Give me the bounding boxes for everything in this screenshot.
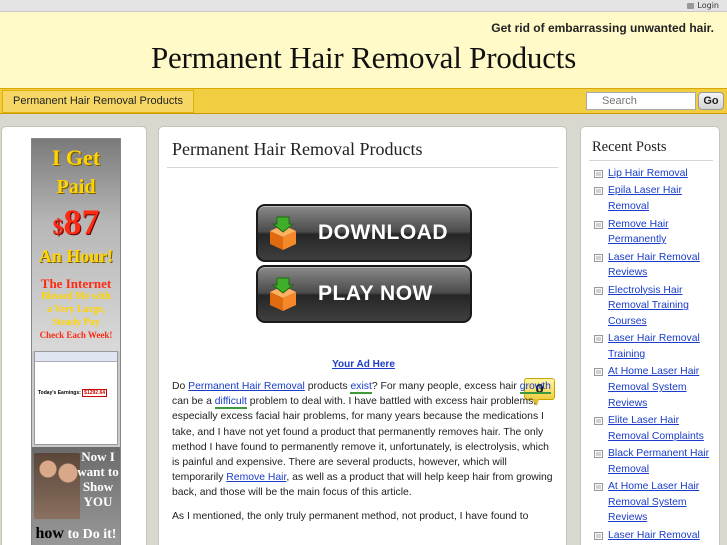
sidebar-divider — [589, 160, 713, 161]
text-span: ? For many people, excess hair — [371, 381, 520, 392]
bullet-icon — [594, 286, 603, 295]
banner-ad[interactable]: I Get Paid $87 An Hour! The Internet Ble… — [31, 138, 121, 545]
right-sidebar: Recent Posts Lip Hair Removal Epila Lase… — [580, 126, 720, 545]
ad-cta-rest: to Do it! — [67, 527, 117, 542]
ad-shot-tabs — [35, 352, 117, 362]
ad-earnings: Today's Earnings: $1292.64 — [38, 389, 108, 397]
article-paragraph: Do Permanent Hair Removal products exist… — [172, 379, 558, 501]
recent-post-item[interactable]: Electrolysis Hair Removal Training Cours… — [594, 283, 718, 330]
ad-amount-symbol: $ — [52, 214, 64, 239]
site-header: Get rid of embarrassing unwanted hair. P… — [0, 12, 727, 88]
lock-icon — [687, 3, 695, 9]
ad-headline-4: An Hour! — [38, 246, 114, 266]
main-nav: Permanent Hair Removal Products Go — [0, 88, 727, 114]
main-content: Permanent Hair Removal Products DOWNLOAD… — [158, 126, 567, 545]
recent-post-item[interactable]: Laser Hair Removal Training — [594, 331, 718, 362]
bullet-icon — [594, 368, 603, 377]
ad-subtext-line: Blessed Me with — [41, 291, 111, 302]
keyword-link-difficult[interactable]: difficult — [214, 396, 247, 410]
ad-subtext-line: a Very Large, — [46, 304, 106, 315]
recent-post-item[interactable]: Black Permanent Hair Removal — [594, 446, 718, 477]
play-now-label: PLAY NOW — [318, 282, 433, 305]
recent-post-link[interactable]: Lip Hair Removal — [608, 168, 688, 179]
login-link[interactable]: Login — [687, 0, 719, 11]
link-permanent-hair-removal[interactable]: Permanent Hair Removal — [188, 381, 305, 392]
ad-bottom-panel: Now I want to Show YOU how to Do it! — [32, 447, 120, 545]
bullet-icon — [594, 450, 603, 459]
ad-subtext-line: Check Each Week! — [39, 330, 113, 340]
site-title[interactable]: Permanent Hair Removal Products — [0, 40, 727, 76]
play-now-button[interactable]: PLAY NOW — [256, 265, 472, 323]
bullet-icon — [594, 220, 603, 229]
bullet-icon — [594, 483, 603, 492]
text-span: can be a — [172, 396, 215, 408]
bullet-icon — [594, 170, 603, 178]
text-span: products — [304, 381, 351, 392]
ad-bottom-cta: how to Do it! — [32, 525, 120, 543]
login-label[interactable]: Login — [697, 1, 719, 10]
ad-earnings-value: $1292.64 — [82, 389, 108, 397]
recent-post-item[interactable]: Elite Laser Hair Removal Complaints — [594, 413, 718, 444]
recent-post-link[interactable]: At Home Laser Hair Removal System Review… — [608, 366, 699, 408]
text-span: Do — [172, 381, 189, 392]
recent-post-link[interactable]: Laser Hair Removal Reviews — [608, 252, 700, 279]
ad-headline-1: I Get — [51, 145, 101, 170]
top-bar: Login — [0, 0, 727, 12]
keyword-link-exist[interactable]: exist — [350, 381, 372, 394]
recent-posts-list: Lip Hair Removal Epila Laser Hair Remova… — [594, 166, 718, 545]
title-divider — [167, 167, 558, 168]
recent-post-item[interactable]: Laser Hair Removal Cost — [594, 528, 718, 545]
ad-headline-2: Paid — [56, 176, 96, 198]
recent-post-item[interactable]: At Home Laser Hair Removal System Review… — [594, 364, 718, 411]
recent-post-item[interactable]: Remove Hair Permanently — [594, 217, 718, 248]
bullet-icon — [594, 417, 603, 426]
ad-amount-value: 87 — [63, 202, 100, 242]
recent-post-link[interactable]: Electrolysis Hair Removal Training Cours… — [608, 285, 689, 327]
search-input[interactable] — [586, 92, 696, 110]
recent-post-link[interactable]: Black Permanent Hair Removal — [608, 448, 709, 475]
text-span: problem to deal with. I have battled wit… — [172, 396, 549, 484]
article-paragraph: As I mentioned, the only truly permanent… — [172, 510, 529, 522]
left-sidebar: I Get Paid $87 An Hour! The Internet Ble… — [1, 126, 147, 545]
your-ad-here-link[interactable]: Your Ad Here — [159, 359, 568, 370]
ad-earnings-screenshot: Today's Earnings: $1292.64 — [34, 351, 118, 445]
keyword-link-growth[interactable]: growth — [519, 381, 551, 394]
ad-earnings-label: Today's Earnings: — [38, 390, 81, 396]
recent-post-item[interactable]: Epila Laser Hair Removal — [594, 183, 718, 214]
download-box-icon — [270, 216, 296, 250]
recent-post-link[interactable]: Epila Laser Hair Removal — [608, 185, 682, 212]
ad-bottom-text: Now I want to Show YOU — [77, 449, 119, 509]
ad-subtext-line: The Internet — [40, 276, 112, 291]
play-box-icon — [270, 277, 296, 311]
article-body: Do Permanent Hair Removal products exist… — [172, 379, 558, 532]
recent-post-link[interactable]: At Home Laser Hair Removal System Review… — [608, 481, 699, 523]
recent-post-link[interactable]: Laser Hair Removal Cost — [608, 530, 700, 545]
ad-subtext-line: Steady Pay — [52, 317, 100, 328]
recent-post-link[interactable]: Remove Hair Permanently — [608, 219, 669, 246]
bullet-icon — [594, 531, 603, 540]
link-remove-hair[interactable]: Remove Hair — [226, 472, 286, 483]
post-title[interactable]: Permanent Hair Removal Products — [172, 139, 422, 160]
ad-amount: $87 — [32, 201, 120, 243]
recent-post-link[interactable]: Elite Laser Hair Removal Complaints — [608, 415, 704, 442]
download-button[interactable]: DOWNLOAD — [256, 204, 472, 262]
download-label: DOWNLOAD — [318, 221, 448, 244]
recent-posts-title: Recent Posts — [592, 139, 667, 155]
recent-post-item[interactable]: At Home Laser Hair Removal System Review… — [594, 479, 718, 526]
bullet-icon — [594, 253, 603, 262]
ad-subtext: The Internet Blessed Me with a Very Larg… — [32, 277, 120, 342]
recent-post-link[interactable]: Laser Hair Removal Training — [608, 333, 700, 360]
ad-top-panel: I Get Paid $87 An Hour! The Internet Ble… — [32, 139, 120, 351]
nav-tab-home[interactable]: Permanent Hair Removal Products — [2, 90, 194, 113]
site-tagline: Get rid of embarrassing unwanted hair. — [491, 21, 714, 35]
bullet-icon — [594, 187, 603, 196]
recent-post-item[interactable]: Lip Hair Removal — [594, 166, 718, 182]
bullet-icon — [594, 335, 603, 344]
search-go-button[interactable]: Go — [698, 92, 724, 110]
ad-photo — [34, 453, 80, 519]
recent-post-item[interactable]: Laser Hair Removal Reviews — [594, 250, 718, 281]
ad-cta-how: how — [35, 525, 64, 542]
